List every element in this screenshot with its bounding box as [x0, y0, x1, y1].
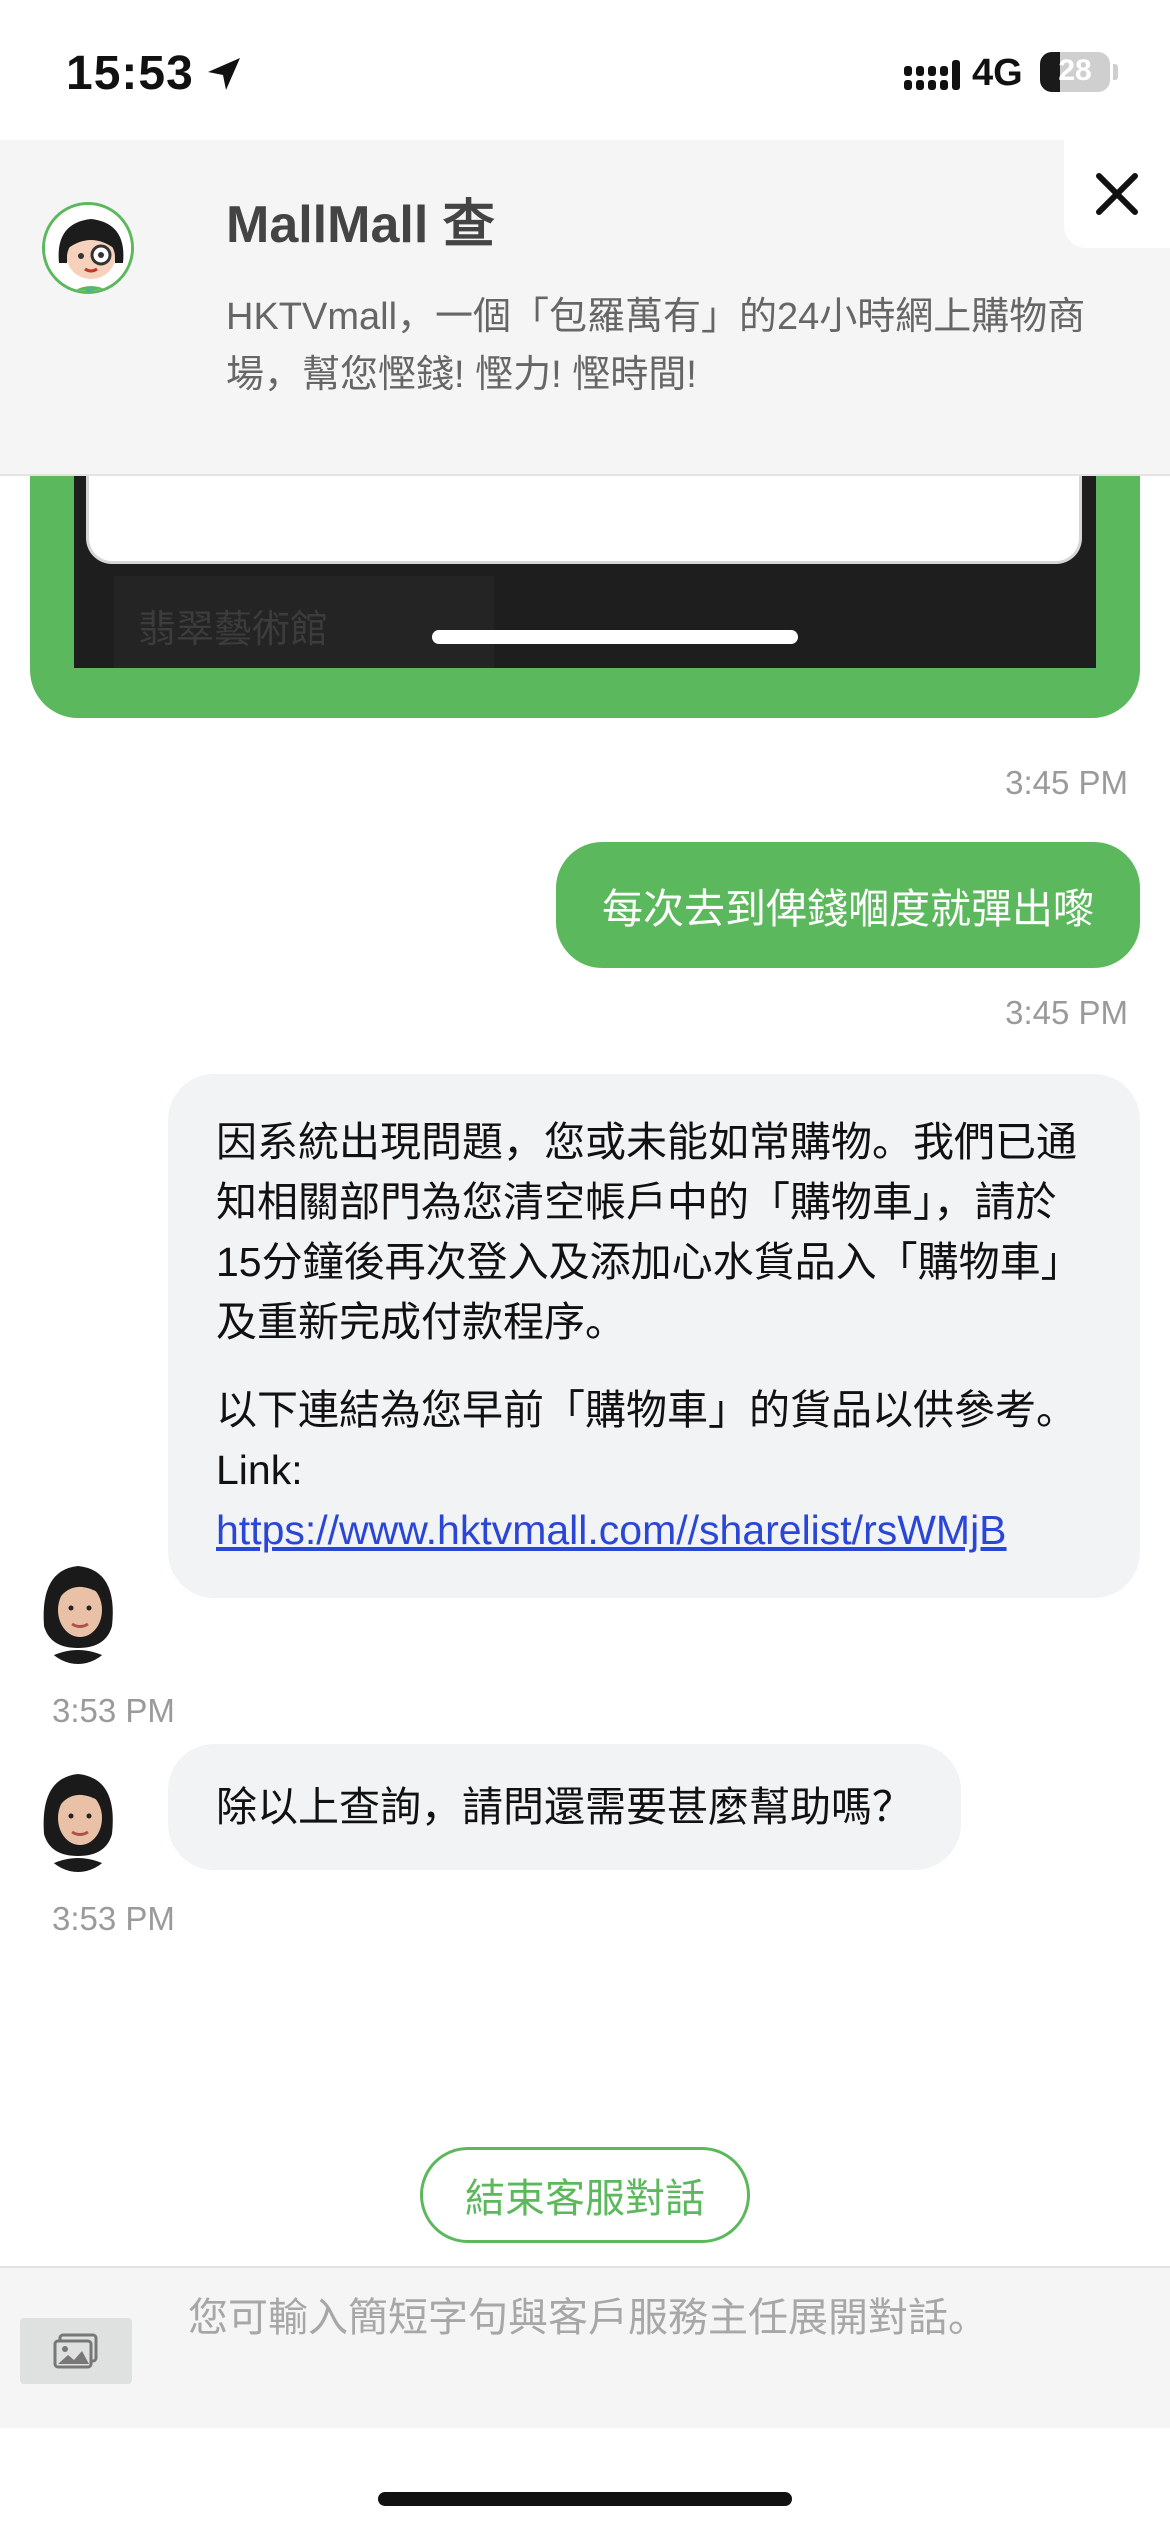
agent-avatar	[34, 1764, 122, 1872]
mallmall-avatar	[42, 202, 134, 294]
agent-message-link-intro: 以下連結為您早前「購物車」的貨品以供參考。 Link:	[216, 1387, 1077, 1493]
status-bar: 15:53 4G 28	[0, 0, 1170, 140]
network-type: 4G	[972, 52, 1023, 94]
home-indicator	[378, 2492, 792, 2506]
signal-icon	[904, 60, 960, 90]
agent-avatar	[34, 1556, 122, 1664]
close-icon	[1096, 173, 1138, 215]
location-arrow-icon	[208, 58, 240, 90]
timestamp: 3:45 PM	[1005, 994, 1128, 1031]
chat-messages[interactable]: 翡翠藝術館 3:45 PM 每次去到俾錢嗰度就彈出嚟 3:45 PM 因系統出現…	[0, 476, 1170, 2266]
message-input[interactable]: 您可輸入簡短字句與客戶服務主任展開對話。	[188, 2288, 1008, 2348]
image-homebar	[432, 630, 798, 644]
agent-message-text: 因系統出現問題，您或未能如常購物。我們已通知相關部門為您清空帳戶中的「購物車」，…	[216, 1119, 1082, 1345]
agent-message: 除以上查詢，請問還需要甚麼幫助嗎？	[168, 1744, 961, 1870]
image-message[interactable]: 翡翠藝術館	[30, 476, 1140, 718]
sharelist-link[interactable]: https://www.hktvmall.com//sharelist/rsWM…	[216, 1507, 1007, 1553]
agent-message: 因系統出現問題，您或未能如常購物。我們已通知相關部門為您清空帳戶中的「購物車」，…	[168, 1074, 1140, 1598]
status-time: 15:53	[66, 47, 194, 100]
screenshot-image: 翡翠藝術館	[74, 476, 1096, 668]
timestamp: 3:45 PM	[1005, 764, 1128, 801]
image-card	[86, 476, 1082, 564]
battery-level: 28	[1058, 54, 1092, 87]
header-description: HKTVmall，一個「包羅萬有」的24小時網上購物商場，幫您慳錢! 慳力! 慳…	[226, 296, 1086, 396]
user-message: 每次去到俾錢嗰度就彈出嚟	[556, 842, 1140, 968]
message-input-bar: 您可輸入簡短字句與客戶服務主任展開對話。	[0, 2266, 1170, 2428]
timestamp: 3:53 PM	[52, 1692, 175, 1729]
header-title: MallMall 查	[226, 196, 495, 254]
attach-image-button[interactable]	[20, 2318, 132, 2384]
image-attach-icon	[53, 2333, 98, 2369]
close-button[interactable]	[1064, 140, 1170, 248]
battery-icon: 28	[1040, 52, 1110, 92]
timestamp: 3:53 PM	[52, 1900, 175, 1937]
end-chat-button[interactable]: 結束客服對話	[420, 2147, 750, 2243]
chat-header: MallMall 查 HKTVmall，一個「包羅萬有」的24小時網上購物商場，…	[0, 140, 1170, 476]
image-label: 翡翠藝術館	[114, 576, 494, 668]
